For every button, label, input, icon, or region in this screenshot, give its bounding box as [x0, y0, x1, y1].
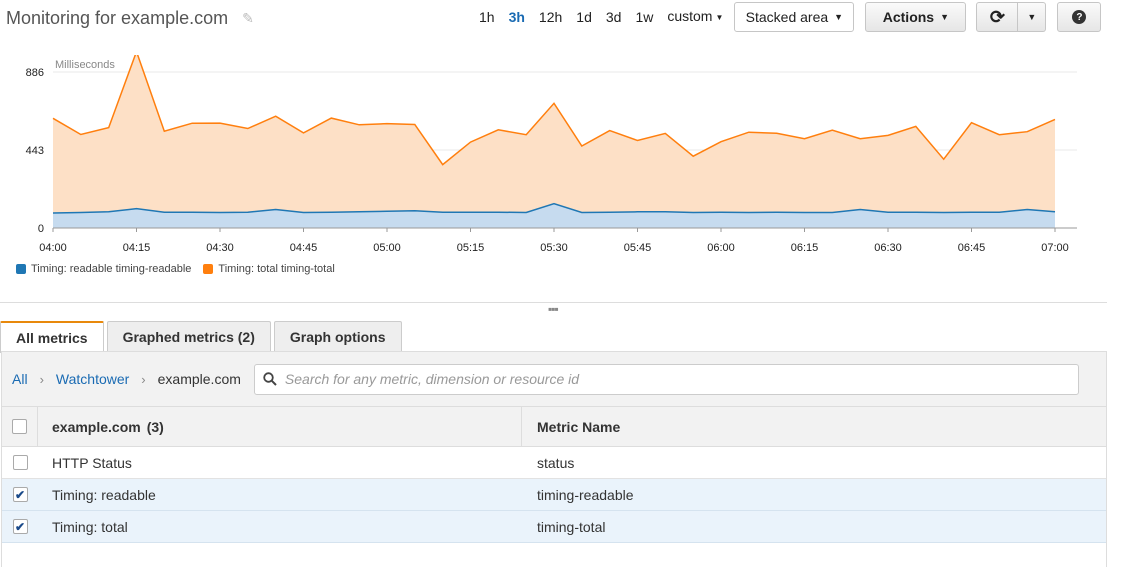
actions-label: Actions: [882, 9, 935, 25]
row-checkbox-checked[interactable]: ✔: [12, 487, 28, 502]
stacked-area-chart: 0 443 886 04:00 04:15 04:30 04:45 05:00 05:15 05:…: [26, 55, 1077, 254]
toolbar: 1h 3h 12h 1d 3d 1w custom ▼ Stacked area …: [472, 2, 1102, 32]
breadcrumb: All › Watchtower › example.com: [2, 352, 1106, 407]
x-tick-label: 06:45: [958, 242, 986, 254]
chart-legend: Timing: readable timing-readable Timing:…: [16, 263, 335, 275]
y-tick-label: 443: [26, 145, 44, 157]
tab-all-metrics[interactable]: All metrics: [0, 321, 104, 353]
help-icon: ?: [1072, 10, 1087, 24]
column-header-name[interactable]: example.com (3): [38, 407, 522, 446]
y-tick-label: 0: [38, 223, 44, 235]
range-custom[interactable]: custom ▼: [660, 2, 730, 31]
tab-graph-options[interactable]: Graph options: [273, 321, 402, 352]
range-custom-label: custom: [667, 8, 713, 25]
table-row[interactable]: HTTP Status status: [2, 447, 1106, 479]
column-header-metric[interactable]: Metric Name: [522, 419, 620, 435]
caret-down-icon: ▼: [1027, 12, 1037, 22]
table-row[interactable]: ✔ Timing: readable timing-readable: [2, 479, 1106, 511]
checkmark-icon: ✔: [14, 519, 26, 534]
row-name: Timing: readable: [52, 486, 156, 503]
x-tick-label: 05:00: [373, 242, 401, 254]
table-row[interactable]: ✔ Timing: total timing-total: [2, 511, 1106, 543]
breadcrumb-watchtower[interactable]: Watchtower: [56, 371, 129, 387]
tab-graphed-metrics[interactable]: Graphed metrics (2): [106, 321, 271, 352]
x-tick-label: 04:15: [123, 242, 151, 254]
y-tick-label: 886: [26, 67, 44, 79]
row-metric: timing-readable: [537, 486, 634, 503]
refresh-interval-dropdown[interactable]: ▼: [1018, 2, 1047, 32]
x-tick-label: 07:00: [1041, 242, 1069, 254]
caret-down-icon: ▼: [834, 12, 844, 22]
x-tick-label: 06:30: [874, 242, 902, 254]
help-button[interactable]: ?: [1057, 2, 1102, 32]
pencil-icon[interactable]: ✎: [242, 10, 254, 27]
column-header-count: (3): [146, 418, 164, 435]
actions-button[interactable]: Actions ▼: [865, 2, 967, 32]
range-1d[interactable]: 1d: [569, 3, 599, 31]
x-tick-label: 06:00: [707, 242, 735, 254]
legend-item-total[interactable]: Timing: total timing-total: [203, 263, 335, 275]
x-tick-label: 05:45: [624, 242, 652, 254]
table-header: example.com (3) Metric Name: [2, 407, 1106, 447]
area-timing-total: [53, 55, 1055, 213]
caret-down-icon: ▼: [715, 12, 724, 22]
chart-type-label: Stacked area: [745, 9, 829, 25]
row-checkbox-checked[interactable]: ✔: [12, 519, 28, 534]
legend-swatch: [16, 264, 26, 274]
row-metric: timing-total: [537, 518, 606, 535]
legend-label: Timing: readable timing-readable: [31, 263, 192, 275]
range-1h[interactable]: 1h: [472, 3, 502, 31]
chart-areas: [52, 55, 1056, 228]
row-name: HTTP Status: [52, 454, 132, 471]
page-title-area: Monitoring for example.com ✎: [6, 8, 254, 29]
caret-down-icon: ▼: [940, 12, 950, 22]
checkmark-icon: ✔: [14, 487, 26, 502]
refresh-icon: ⟳: [989, 6, 1005, 27]
refresh-button[interactable]: ⟳: [976, 2, 1019, 32]
x-tick-label: 05:15: [457, 242, 485, 254]
page-title: Monitoring for example.com: [6, 8, 229, 28]
range-3d[interactable]: 3d: [599, 3, 629, 31]
x-tick-label: 04:30: [206, 242, 234, 254]
select-all-checkbox[interactable]: [12, 419, 27, 434]
breadcrumb-current: example.com: [157, 371, 241, 387]
range-12h[interactable]: 12h: [532, 3, 569, 31]
chevron-right-icon: ›: [141, 371, 146, 387]
row-metric: status: [537, 454, 575, 471]
search-box[interactable]: [253, 363, 1079, 395]
chevron-right-icon: ›: [39, 371, 44, 387]
row-checkbox[interactable]: [12, 455, 28, 470]
x-tick-label: 04:45: [290, 242, 318, 254]
legend-label: Timing: total timing-total: [218, 263, 335, 275]
legend-swatch: [203, 264, 214, 274]
column-header-name-label: example.com: [52, 418, 141, 435]
refresh-group: ⟳ ▼: [976, 2, 1047, 32]
x-tick-label: 04:00: [39, 242, 67, 254]
metrics-panel: All › Watchtower › example.com example.c…: [1, 351, 1107, 567]
legend-item-readable[interactable]: Timing: readable timing-readable: [16, 263, 191, 275]
y-axis-label: Milliseconds: [55, 59, 115, 71]
range-1w[interactable]: 1w: [628, 3, 660, 31]
chart-type-select[interactable]: Stacked area ▼: [734, 2, 855, 32]
range-3h[interactable]: 3h: [502, 3, 532, 31]
x-tick-label: 06:15: [791, 242, 819, 254]
search-input[interactable]: [282, 370, 1078, 388]
row-name: Timing: total: [52, 518, 128, 535]
search-icon: [263, 372, 277, 386]
select-all-cell: [2, 407, 38, 446]
resize-handle[interactable]: ▪▪▪: [548, 303, 559, 315]
tab-bar: All metrics Graphed metrics (2) Graph op…: [0, 321, 402, 353]
breadcrumb-all[interactable]: All: [12, 371, 28, 387]
x-tick-label: 05:30: [540, 242, 568, 254]
